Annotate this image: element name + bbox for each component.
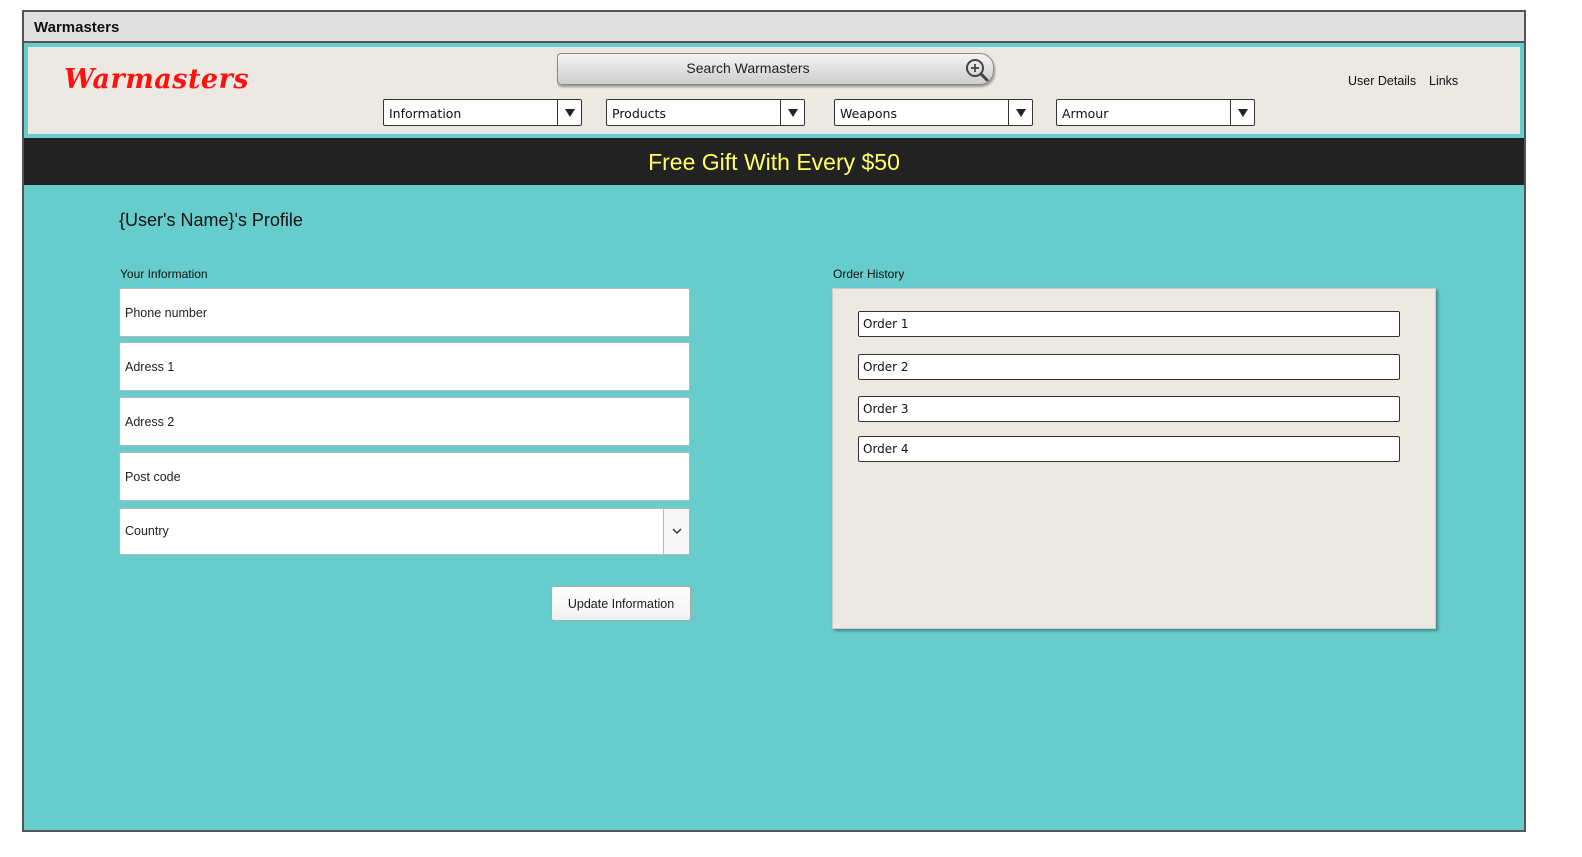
update-information-button[interactable]: Update Information	[551, 586, 691, 621]
phone-input[interactable]	[120, 289, 689, 336]
window-title: Warmasters	[34, 19, 120, 36]
order-history-panel: Order 1 Order 2 Order 3 Order 4	[832, 288, 1436, 629]
phone-field[interactable]	[119, 288, 690, 337]
menu-armour[interactable]: Armour	[1056, 99, 1255, 126]
postcode-input[interactable]	[120, 453, 689, 500]
links-link[interactable]: Links	[1429, 74, 1458, 88]
dropdown-arrow-icon[interactable]	[1230, 100, 1254, 125]
menu-armour-label: Armour	[1062, 106, 1109, 121]
dropdown-arrow-icon[interactable]	[1008, 100, 1032, 125]
address1-field[interactable]	[119, 342, 690, 391]
zoom-in-icon[interactable]	[965, 58, 989, 82]
menu-products[interactable]: Products	[606, 99, 805, 126]
title-bar: Warmasters	[24, 12, 1524, 43]
menu-weapons-label: Weapons	[840, 106, 897, 121]
country-select-label: Country	[125, 524, 169, 538]
menu-products-label: Products	[612, 106, 666, 121]
menu-information[interactable]: Information	[383, 99, 582, 126]
user-details-link[interactable]: User Details	[1348, 74, 1416, 88]
order-item-label: Order 2	[863, 360, 909, 374]
postcode-field[interactable]	[119, 452, 690, 501]
order-item[interactable]: Order 1	[858, 311, 1400, 337]
order-item[interactable]: Order 2	[858, 354, 1400, 380]
order-item-label: Order 3	[863, 402, 909, 416]
app-window: Warmasters Warmasters Search Warmasters …	[22, 10, 1526, 832]
search-placeholder: Search Warmasters	[686, 60, 810, 76]
country-select[interactable]: Country	[119, 508, 690, 555]
search-bar[interactable]: Search Warmasters	[557, 53, 994, 85]
order-item-label: Order 1	[863, 317, 909, 331]
promo-banner: Free Gift With Every $50	[24, 138, 1524, 185]
site-header: Warmasters Search Warmasters Information…	[26, 45, 1522, 136]
order-history-label: Order History	[833, 267, 905, 281]
menu-weapons[interactable]: Weapons	[834, 99, 1033, 126]
order-item[interactable]: Order 3	[858, 396, 1400, 422]
order-item[interactable]: Order 4	[858, 436, 1400, 462]
address2-input[interactable]	[120, 398, 689, 445]
your-information-label: Your Information	[120, 267, 208, 281]
menu-information-label: Information	[389, 106, 462, 121]
chevron-down-icon[interactable]	[663, 509, 689, 554]
order-item-label: Order 4	[863, 442, 909, 456]
address1-input[interactable]	[120, 343, 689, 390]
dropdown-arrow-icon[interactable]	[780, 100, 804, 125]
page-title: {User's Name}'s Profile	[119, 210, 303, 230]
site-logo[interactable]: Warmasters	[64, 64, 249, 95]
promo-text: Free Gift With Every $50	[648, 149, 900, 175]
address2-field[interactable]	[119, 397, 690, 446]
dropdown-arrow-icon[interactable]	[557, 100, 581, 125]
